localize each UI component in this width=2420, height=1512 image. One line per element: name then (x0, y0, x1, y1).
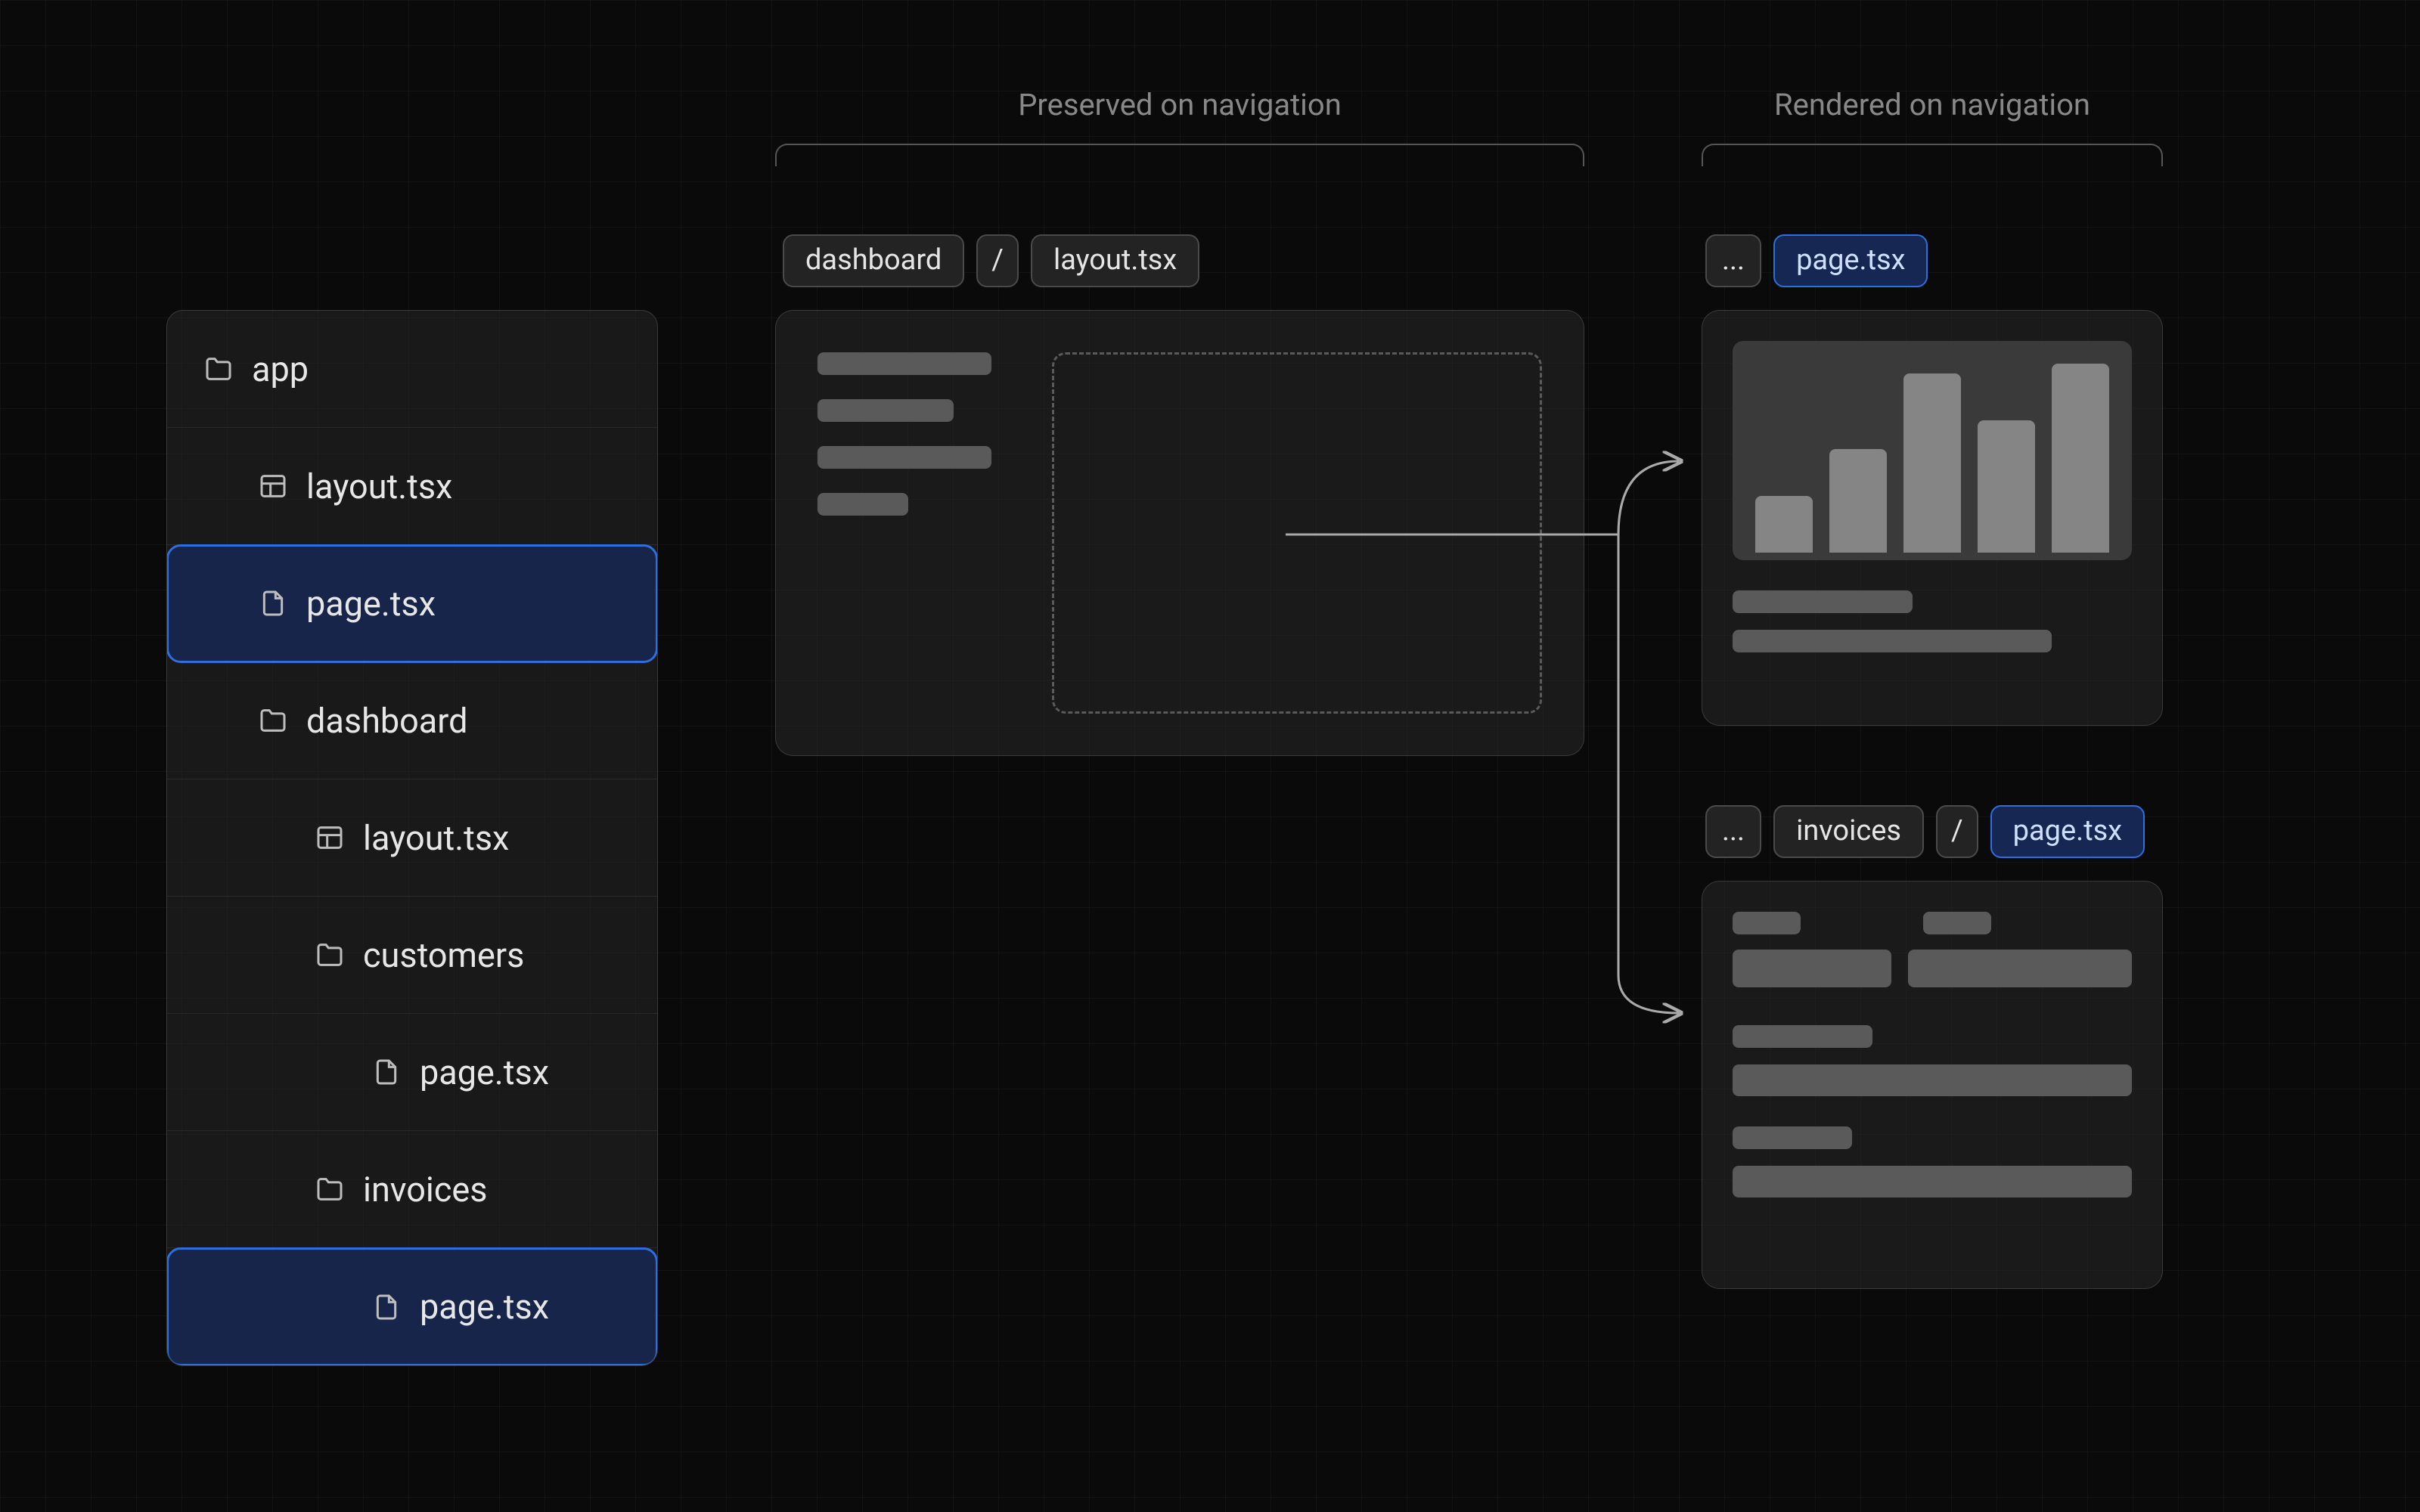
file-tree-row-page-tsx[interactable]: page.tsx (167, 545, 657, 662)
file-tree-row-page-tsx[interactable]: page.tsx (167, 1014, 657, 1131)
chart-bar (2052, 364, 2109, 553)
breadcrumb-layout: dashboard / layout.tsx (783, 234, 1199, 287)
file-tree-row-app[interactable]: app (167, 311, 657, 428)
skeleton-line (818, 352, 991, 375)
skeleton-line (818, 493, 908, 516)
file-tree-label: page.tsx (420, 1052, 549, 1092)
skeleton-block (1733, 1166, 2132, 1198)
file-tree-label: customers (363, 935, 524, 975)
chart-bar (1978, 420, 2035, 553)
crumb-page-tsx: page.tsx (1773, 234, 1928, 287)
file-icon (371, 1292, 402, 1322)
file-tree-row-dashboard[interactable]: dashboard (167, 662, 657, 779)
file-tree-row-page-tsx[interactable]: page.tsx (167, 1248, 657, 1365)
chart-bar (1755, 496, 1813, 553)
skeleton-line (1733, 912, 1801, 934)
chart-bar (1829, 449, 1887, 553)
folder-icon (258, 705, 288, 736)
file-icon (371, 1057, 402, 1087)
crumb-separator: / (976, 234, 1019, 287)
skeleton-line (1733, 630, 2052, 652)
breadcrumb-dashboard-page: ... page.tsx (1705, 234, 1928, 287)
skeleton-line (1733, 1126, 1852, 1149)
layout-sidebar-skeleton (818, 352, 1007, 714)
file-tree-label: dashboard (306, 701, 468, 741)
layout-children-slot (1052, 352, 1542, 714)
file-tree-label: app (252, 349, 309, 389)
file-tree-row-invoices[interactable]: invoices (167, 1131, 657, 1248)
skeleton-line (1733, 1025, 1872, 1048)
breadcrumb-invoices-page: ... invoices / page.tsx (1705, 805, 2145, 858)
invoices-page-card (1702, 881, 2163, 1289)
file-tree-row-customers[interactable]: customers (167, 897, 657, 1014)
file-icon (258, 588, 288, 618)
skeleton-line (1733, 590, 1913, 613)
layout-icon (315, 823, 345, 853)
crumb-ellipsis: ... (1705, 234, 1761, 287)
file-tree-label: page.tsx (420, 1287, 549, 1327)
crumb-separator: / (1936, 805, 1978, 858)
folder-icon (315, 940, 345, 970)
skeleton-line (1923, 912, 1991, 934)
crumb-dashboard: dashboard (783, 234, 964, 287)
file-tree-row-layout-tsx[interactable]: layout.tsx (167, 428, 657, 545)
skeleton-block (1733, 1064, 2132, 1096)
folder-icon (315, 1174, 345, 1204)
skeleton-line (818, 399, 954, 422)
skeleton-block (1733, 950, 1891, 987)
bracket-rendered (1702, 144, 2163, 166)
file-tree-row-layout-tsx[interactable]: layout.tsx (167, 779, 657, 897)
file-tree-label: layout.tsx (363, 818, 509, 858)
crumb-ellipsis: ... (1705, 805, 1761, 858)
header-preserved: Preserved on navigation (775, 87, 1584, 122)
chart-placeholder (1733, 341, 2132, 560)
crumb-layout-tsx: layout.tsx (1031, 234, 1199, 287)
crumb-page-tsx: page.tsx (1990, 805, 2145, 858)
bracket-preserved (775, 144, 1584, 166)
dashboard-page-card (1702, 310, 2163, 726)
file-tree-label: invoices (363, 1170, 488, 1210)
folder-icon (203, 354, 234, 384)
layout-preview-card (775, 310, 1584, 756)
file-tree-label: layout.tsx (306, 466, 452, 507)
file-tree: app layout.tsx page.tsx dashboard layout.tsx… (166, 310, 658, 1366)
chart-bar (1903, 373, 1961, 553)
crumb-invoices: invoices (1773, 805, 1924, 858)
file-tree-label: page.tsx (306, 584, 436, 624)
skeleton-block (1908, 950, 2132, 987)
skeleton-line (818, 446, 991, 469)
layout-icon (258, 471, 288, 501)
header-rendered: Rendered on navigation (1702, 87, 2163, 122)
